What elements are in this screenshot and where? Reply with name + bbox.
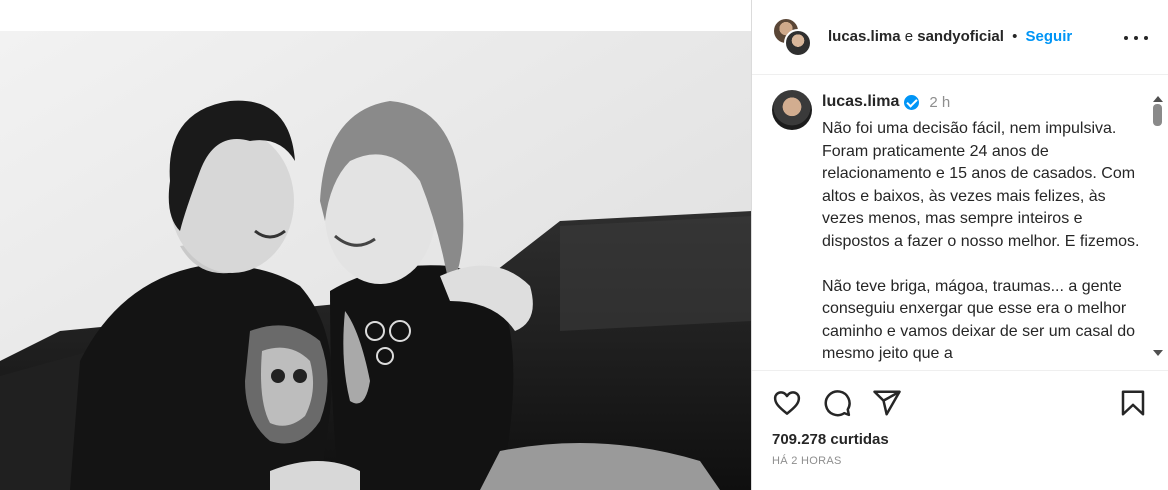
post-timestamp[interactable]: HÁ 2 HORAS	[772, 455, 842, 467]
scroll-down-arrow-icon[interactable]	[1153, 350, 1163, 356]
comment-icon[interactable]	[822, 388, 852, 418]
follow-button[interactable]: Seguir	[1026, 28, 1073, 45]
caption-header: lucas.lima 2 h	[822, 93, 950, 111]
avatar	[784, 29, 812, 57]
username-link[interactable]: lucas.lima	[828, 28, 901, 45]
post-media-area	[0, 0, 752, 490]
avatar[interactable]	[772, 90, 812, 130]
conjunction-text: e	[904, 28, 914, 45]
username-link[interactable]: sandyoficial	[917, 28, 1004, 45]
post-photo-image	[0, 31, 752, 490]
post-header: lucas.lima e sandyoficial • Seguir	[752, 0, 1168, 75]
heart-icon[interactable]	[772, 388, 802, 418]
scroll-thumb[interactable]	[1153, 104, 1162, 126]
post-side-panel: lucas.lima e sandyoficial • Seguir lucas…	[752, 0, 1168, 490]
media-top-margin	[0, 0, 752, 31]
verified-badge-icon	[904, 94, 920, 110]
caption-paragraph: Não foi uma decisão fácil, nem impulsiva…	[822, 120, 1140, 250]
more-options-icon[interactable]	[1124, 28, 1148, 48]
share-icon[interactable]	[872, 388, 902, 418]
scroll-up-arrow-icon[interactable]	[1153, 96, 1163, 102]
post-caption: lucas.lima 2 h Não foi uma decisão fácil…	[752, 76, 1168, 366]
caption-paragraph: Não teve briga, mágoa, traumas... a gent…	[822, 277, 1136, 363]
separator-dot: •	[1012, 28, 1018, 45]
collab-avatars[interactable]	[772, 17, 814, 59]
caption-text: Não foi uma decisão fácil, nem impulsiva…	[822, 118, 1142, 366]
likes-count[interactable]: 709.278 curtidas	[772, 431, 889, 448]
collab-authors: lucas.lima e sandyoficial • Seguir	[828, 28, 1072, 45]
username-link[interactable]: lucas.lima	[822, 93, 899, 111]
bookmark-icon[interactable]	[1118, 388, 1148, 418]
caption-scrollbar[interactable]	[1150, 96, 1166, 366]
post-photo[interactable]	[0, 31, 752, 490]
actions-divider	[752, 370, 1168, 371]
post-time[interactable]: 2 h	[929, 94, 950, 111]
